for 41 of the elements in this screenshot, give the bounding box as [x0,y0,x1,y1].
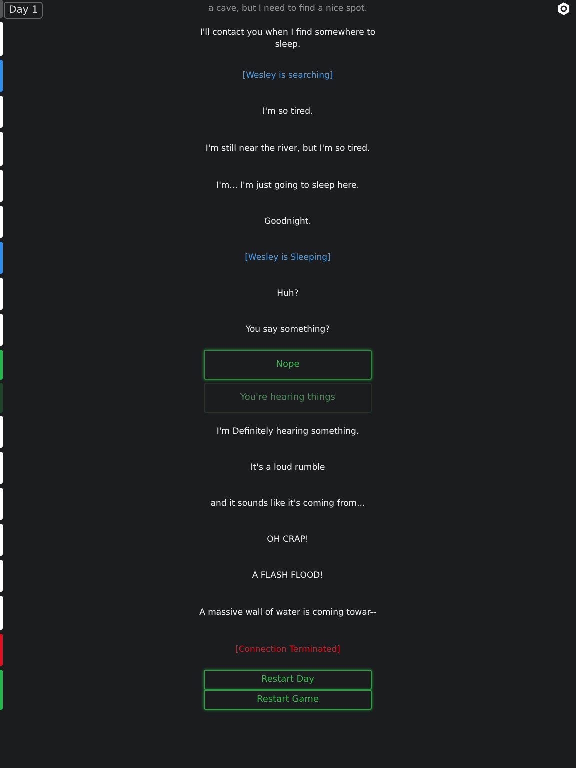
choice-button[interactable]: Nope [204,350,372,380]
chat-message: a cave, but I need to find a nice spot. [208,3,368,15]
restart-button[interactable]: Restart Day [204,670,372,690]
chat-message: I'm... I'm just going to sleep here. [216,180,360,192]
status-message: [Connection Terminated] [234,644,342,656]
message-marker [0,634,3,666]
message-marker [0,22,3,56]
message-marker [0,60,3,92]
message-marker [0,132,3,166]
message-marker [0,560,3,592]
message-marker [0,596,3,630]
chat-message: I'll contact you when I find somewhere to sleep. [199,27,377,51]
message-marker [0,206,3,238]
message-marker [0,670,3,710]
message-marker [0,242,3,274]
chat-message: OH CRAP! [266,534,310,546]
status-message: [Wesley is searching] [242,70,334,82]
message-marker [0,416,3,448]
chat-message: Goodnight. [264,216,312,228]
message-marker [0,170,3,202]
message-marker [0,314,3,346]
message-marker [0,96,3,128]
status-message: [Wesley is Sleeping] [244,252,332,264]
chat-message: You say something? [244,324,332,336]
message-marker [0,278,3,310]
chat-message: A FLASH FLOOD! [251,570,325,582]
day-badge: Day 1 [4,2,44,19]
message-marker [0,524,3,556]
message-marker [0,452,3,484]
message-marker [0,0,3,18]
chat-message: It's a loud rumble [250,462,326,474]
chat-message: I'm Definitely hearing something. [216,426,360,438]
choice-button[interactable]: You're hearing things [204,383,372,413]
settings-icon[interactable] [557,2,571,16]
chat-message: Huh? [276,288,300,300]
message-marker [0,488,3,520]
chat-message: I'm still near the river, but I'm so tired. [204,143,372,155]
chat-message: and it sounds like it's coming from... [210,498,366,510]
chat-message: I'm so tired. [262,106,314,118]
restart-button[interactable]: Restart Game [204,690,372,710]
chat-message: A massive wall of water is coming towar-- [198,607,378,619]
